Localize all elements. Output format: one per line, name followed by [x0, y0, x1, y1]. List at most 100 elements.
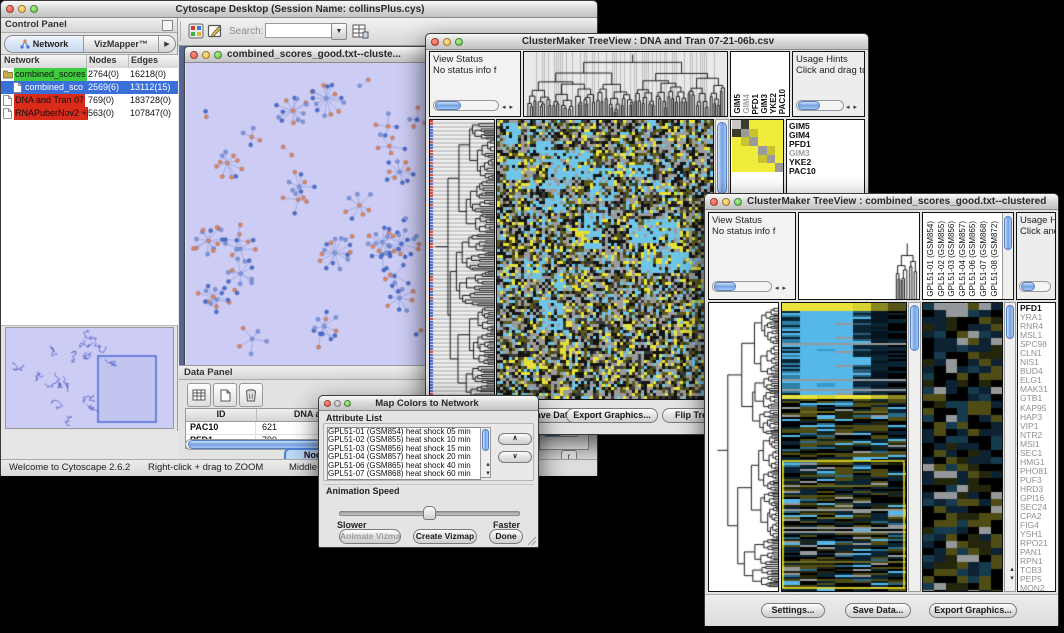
matrix-cell[interactable]: [758, 155, 767, 164]
tv2-column-label[interactable]: GPL51-08 (GSM872): [990, 221, 999, 297]
matrix-cell[interactable]: [758, 163, 767, 172]
move-up-button[interactable]: ∧: [498, 433, 532, 445]
tv2-column-dendrogram[interactable]: [798, 212, 920, 300]
matrix-cell[interactable]: [749, 163, 758, 172]
matrix-cell[interactable]: [749, 129, 758, 138]
tv2-button-save-data[interactable]: Save Data...: [845, 603, 911, 618]
matrix-cell[interactable]: [758, 129, 767, 138]
matrix-cell[interactable]: [775, 137, 784, 146]
animation-speed-slider[interactable]: [339, 506, 518, 518]
tv2-column-label[interactable]: GPL51-07 (GSM868): [979, 221, 988, 297]
tv2-column-label[interactable]: GPL51-02 (GSM855): [937, 221, 946, 297]
create-vizmap-button[interactable]: Create Vizmap: [413, 529, 477, 544]
attribute-list-item[interactable]: GPL51-07 (GSM868) heat shock 60 min: [328, 470, 480, 478]
matrix-cell[interactable]: [775, 146, 784, 155]
close-button[interactable]: [324, 400, 331, 407]
matrix-cell[interactable]: [732, 137, 741, 146]
tv2-gene-vscrollbar[interactable]: ▴▾: [1004, 302, 1016, 592]
close-button[interactable]: [6, 5, 14, 13]
tab-vizmapper[interactable]: VizMapper™: [84, 36, 159, 52]
tv1-status-scrollbar[interactable]: [433, 100, 499, 111]
network-tree-row[interactable]: RNAPuberNov2 +|563(0)107847(0): [1, 107, 178, 120]
network-tree-row[interactable]: combined_sco2569(6)13112(15): [1, 81, 178, 94]
minimize-button[interactable]: [722, 198, 730, 206]
tab-overflow-arrow[interactable]: ▶: [159, 36, 175, 52]
zoom-button[interactable]: [344, 400, 351, 407]
matrix-cell[interactable]: [732, 120, 741, 129]
scroll-arrows[interactable]: ▴▾: [1007, 565, 1015, 583]
matrix-cell[interactable]: [758, 137, 767, 146]
minimize-button[interactable]: [18, 5, 26, 13]
matrix-cell[interactable]: [775, 155, 784, 164]
tv1-column-label[interactable]: GIM3: [760, 94, 769, 114]
matrix-cell[interactable]: [741, 137, 750, 146]
matrix-cell[interactable]: [741, 155, 750, 164]
network-tree-row[interactable]: DNA and Tran 07769(0)183728(0): [1, 94, 178, 107]
network-graph-canvas[interactable]: [186, 63, 431, 365]
scroll-arrows[interactable]: ▴▾: [483, 460, 491, 478]
matrix-cell[interactable]: [732, 163, 741, 172]
minimize-button[interactable]: [443, 38, 451, 46]
tv1-usage-scrollbar[interactable]: [796, 100, 844, 111]
tv2-zoom-heatmap[interactable]: [922, 302, 1003, 592]
matrix-cell[interactable]: [732, 155, 741, 164]
search-input[interactable]: [265, 23, 333, 38]
matrix-cell[interactable]: [749, 155, 758, 164]
close-button[interactable]: [190, 51, 198, 59]
matrix-cell[interactable]: [758, 120, 767, 129]
matrix-cell[interactable]: [741, 163, 750, 172]
tv1-button-export-graphics[interactable]: Export Graphics...: [566, 408, 658, 423]
matrix-cell[interactable]: [749, 146, 758, 155]
matrix-cell[interactable]: [732, 129, 741, 138]
delete-attribute-icon[interactable]: [239, 383, 263, 407]
network-view-window[interactable]: combined_scores_good.txt--cluste...: [184, 46, 433, 365]
matrix-cell[interactable]: [758, 146, 767, 155]
tv1-heatmap[interactable]: [496, 119, 714, 400]
matrix-cell[interactable]: [775, 163, 784, 172]
tv1-column-dendrogram[interactable]: [523, 51, 728, 117]
main-titlebar[interactable]: Cytoscape Desktop (Session Name: collins…: [1, 1, 597, 18]
network-overview-panel[interactable]: [5, 327, 174, 429]
minimize-button[interactable]: [202, 51, 210, 59]
attribute-table-icon[interactable]: [349, 20, 371, 42]
matrix-cell[interactable]: [767, 155, 776, 164]
matrix-cell[interactable]: [767, 137, 776, 146]
slider-thumb[interactable]: [423, 506, 436, 520]
done-button[interactable]: Done: [489, 529, 523, 544]
tv2-gene-labels[interactable]: PFD1YRA1RNR4MSL1SPC98CLN1NIS1BUD4ELG1MAK…: [1017, 302, 1056, 592]
treeview2-titlebar[interactable]: ClusterMaker TreeView : combined_scores_…: [705, 194, 1058, 210]
tv2-column-labels[interactable]: GPL51-01 (GSM854)GPL51-02 (GSM855)GPL51-…: [922, 212, 1014, 300]
close-button[interactable]: [710, 198, 718, 206]
matrix-cell[interactable]: [741, 146, 750, 155]
matrix-cell[interactable]: [741, 120, 750, 129]
dialog-titlebar[interactable]: Map Colors to Network: [319, 396, 538, 411]
tv1-column-label[interactable]: GIM5: [733, 94, 742, 114]
matrix-cell[interactable]: [732, 146, 741, 155]
select-attributes-icon[interactable]: [187, 383, 211, 407]
matrix-cell[interactable]: [749, 137, 758, 146]
scroll-arrows[interactable]: ◂ ▸: [775, 283, 787, 294]
zoom-button[interactable]: [734, 198, 742, 206]
tv2-row-dendrogram[interactable]: [708, 302, 779, 592]
tv2-column-label[interactable]: GPL51-06 (GSM865): [968, 221, 977, 297]
matrix-cell[interactable]: [775, 129, 784, 138]
tv1-column-labels[interactable]: GIM5GIM4PFD1GIM3YKE2PAC10: [730, 51, 790, 117]
tv2-heatmap[interactable]: [781, 302, 907, 592]
resize-grip-icon[interactable]: [527, 536, 537, 546]
tv1-column-label[interactable]: PAC10: [778, 89, 787, 114]
network-tree-row[interactable]: combined_scores2764(0)16218(0): [1, 68, 178, 81]
tv1-column-label[interactable]: PFD1: [751, 94, 760, 114]
close-button[interactable]: [431, 38, 439, 46]
animate-vizmap-button[interactable]: Animate Vizmap: [339, 529, 401, 544]
tv2-gene-label[interactable]: MON2: [1018, 584, 1055, 592]
move-down-button[interactable]: ∨: [498, 451, 532, 463]
new-attribute-icon[interactable]: [213, 383, 237, 407]
zoom-button[interactable]: [30, 5, 38, 13]
matrix-cell[interactable]: [767, 146, 776, 155]
tv2-collabel-vscrollbar[interactable]: [1002, 213, 1013, 299]
matrix-cell[interactable]: [767, 129, 776, 138]
matrix-cell[interactable]: [775, 120, 784, 129]
scroll-arrows[interactable]: ◂ ▸: [846, 102, 858, 113]
matrix-cell[interactable]: [741, 129, 750, 138]
tv2-column-label[interactable]: GPL51-03 (GSM856): [947, 221, 956, 297]
